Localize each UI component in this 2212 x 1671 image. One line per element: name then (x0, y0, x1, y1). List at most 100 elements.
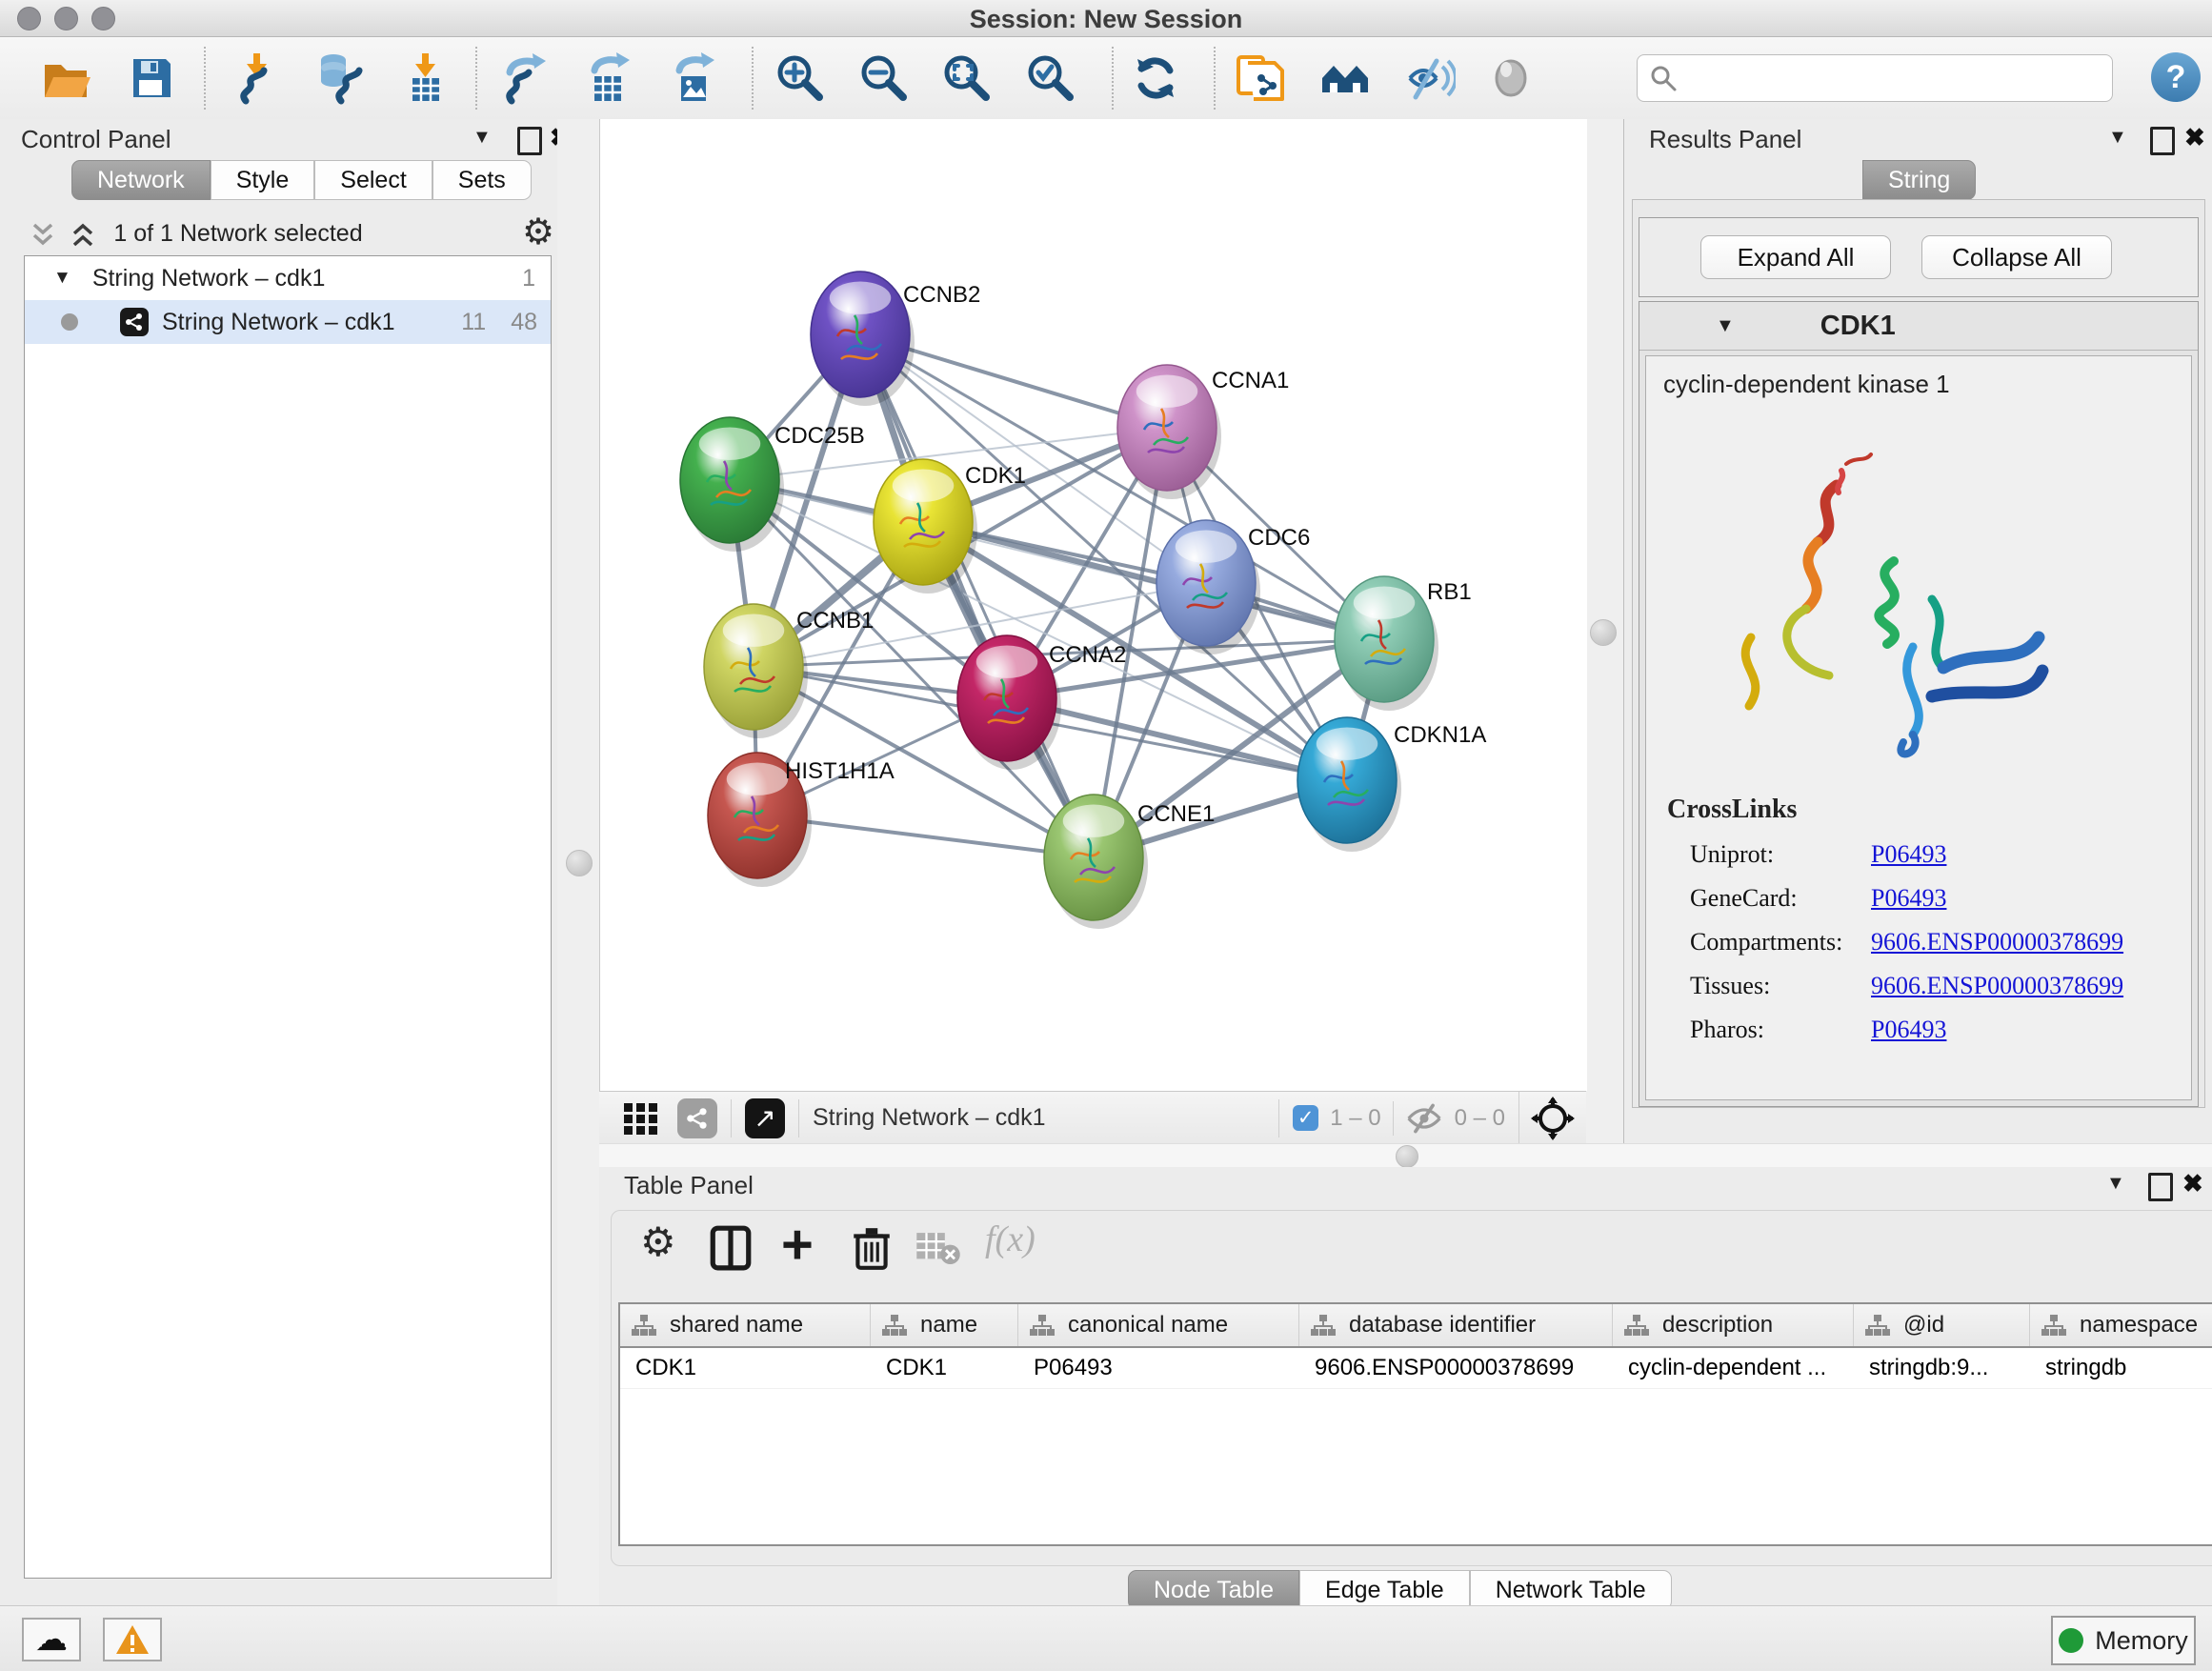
column-header-shared-name[interactable]: shared name (620, 1304, 871, 1346)
first-neighbors-icon[interactable] (1232, 50, 1287, 106)
open-in-window-icon[interactable]: ↗ (745, 1098, 785, 1138)
table-panel-close-icon[interactable]: ✖ (2182, 1169, 2203, 1198)
network-node-label-CCNA1: CCNA1 (1212, 368, 1289, 393)
protein-collapse-icon[interactable]: ▼ (1716, 315, 1735, 337)
selected-checkbox-icon[interactable]: ✓ (1293, 1105, 1318, 1131)
tree-expand-icon[interactable]: ▼ (53, 268, 71, 289)
network-share-view-icon[interactable] (677, 1098, 717, 1138)
crosslink-link[interactable]: 9606.ENSP00000378699 (1871, 972, 2123, 1000)
grid-view-icon[interactable] (620, 1097, 662, 1139)
help-button[interactable]: ? (2151, 52, 2201, 102)
zoom-fit-icon[interactable] (939, 50, 995, 106)
crosslink-link[interactable]: P06493 (1871, 840, 1946, 869)
netbar-separator (798, 1099, 799, 1137)
import-network-database-icon[interactable] (313, 50, 369, 106)
network-row[interactable]: String Network – cdk1 11 48 (25, 300, 551, 344)
show-all-icon[interactable] (1483, 50, 1538, 106)
column-type-icon (1865, 1314, 1890, 1337)
collapse-all-button[interactable]: Collapse All (1921, 235, 2112, 279)
results-tab-string[interactable]: String (1862, 160, 1976, 200)
tab-network[interactable]: Network (71, 160, 211, 200)
crosslink-label: Compartments: (1690, 928, 1871, 956)
table-cell[interactable]: cyclin-dependent ... (1613, 1348, 1854, 1388)
collection-count: 1 (522, 265, 535, 292)
bottom-splitter-handle[interactable] (1396, 1145, 1418, 1168)
table-panel-title: Table Panel (624, 1171, 754, 1200)
control-panel-tabs: NetworkStyleSelectSets (71, 160, 532, 200)
search-input[interactable] (1637, 54, 2113, 102)
table-cell[interactable]: stringdb (2030, 1348, 2212, 1388)
table-cell[interactable]: P06493 (1018, 1348, 1299, 1388)
table-tabs: Node TableEdge TableNetwork Table (1128, 1570, 1672, 1610)
tab-style[interactable]: Style (211, 160, 315, 200)
network-edge-CCNB2-CCNE1[interactable] (860, 334, 1094, 857)
control-panel-float-icon[interactable] (517, 127, 542, 155)
show-columns-icon[interactable] (707, 1224, 754, 1272)
import-network-file-icon[interactable] (230, 50, 285, 106)
export-network-icon[interactable] (499, 50, 554, 106)
table-cell[interactable]: CDK1 (871, 1348, 1018, 1388)
zoom-in-icon[interactable] (773, 50, 828, 106)
column-header-namespace[interactable]: namespace (2030, 1304, 2212, 1346)
crosslink-link[interactable]: P06493 (1871, 1016, 1946, 1044)
crosslink-row: Compartments:9606.ENSP00000378699 (1690, 920, 2191, 964)
cloud-button[interactable]: ☁ (22, 1618, 81, 1661)
import-table-icon[interactable] (398, 50, 453, 106)
protein-header[interactable]: ▼ CDK1 (1639, 302, 2198, 351)
results-panel-close-icon[interactable]: ✖ (2184, 123, 2205, 152)
right-splitter-handle[interactable] (1590, 619, 1617, 646)
network-collection-row[interactable]: ▼ String Network – cdk1 1 (25, 256, 551, 300)
column-header-description[interactable]: description (1613, 1304, 1854, 1346)
tab-sets[interactable]: Sets (432, 160, 532, 200)
table-options-gear-icon[interactable]: ⚙ (640, 1218, 676, 1265)
hidden-eye-icon[interactable] (1405, 1103, 1443, 1134)
network-canvas[interactable]: CCNB2CCNA1CDC25BCDK1CDC6RB1CCNB1CCNA2CDK… (599, 119, 1587, 1091)
table-cell[interactable]: CDK1 (620, 1348, 871, 1388)
network-edge-CDK1-RB1[interactable] (923, 522, 1384, 639)
table-panel-float-icon[interactable] (2148, 1173, 2173, 1201)
crosslink-link[interactable]: 9606.ENSP00000378699 (1871, 928, 2123, 956)
crosslink-link[interactable]: P06493 (1871, 884, 1946, 913)
hide-selected-icon[interactable] (1401, 50, 1457, 106)
control-panel-collapse-icon[interactable]: ▼ (473, 127, 492, 149)
column-header-@id[interactable]: @id (1854, 1304, 2030, 1346)
apply-layout-icon[interactable] (1128, 50, 1183, 106)
network-current-dot (61, 313, 78, 331)
export-image-icon[interactable] (665, 50, 720, 106)
zoom-out-icon[interactable] (856, 50, 912, 106)
column-header-canonical-name[interactable]: canonical name (1018, 1304, 1299, 1346)
add-column-icon[interactable]: + (781, 1213, 814, 1277)
export-table-icon[interactable] (582, 50, 637, 106)
search-field[interactable] (1687, 64, 2101, 92)
function-builder-icon: f(x) (985, 1218, 1036, 1260)
cytoscape-window: Session: New Session (0, 0, 2212, 1671)
toolbar-separator (204, 47, 206, 110)
table-cell[interactable]: 9606.ENSP00000378699 (1299, 1348, 1613, 1388)
graphics-details-icon[interactable] (1317, 50, 1373, 106)
table-tab-node-table[interactable]: Node Table (1128, 1570, 1299, 1610)
network-options-gear-icon[interactable]: ⚙ (522, 211, 554, 253)
crosslink-row: Tissues:9606.ENSP00000378699 (1690, 964, 2191, 1008)
bottom-splitter[interactable] (599, 1143, 2212, 1168)
open-session-icon[interactable] (38, 50, 93, 106)
save-session-icon[interactable] (124, 50, 179, 106)
memory-button[interactable]: Memory (2051, 1616, 2196, 1665)
birdseye-navigator-icon[interactable] (1531, 1097, 1575, 1140)
zoom-selected-icon[interactable] (1023, 50, 1078, 106)
table-panel-collapse-icon[interactable]: ▼ (2106, 1173, 2125, 1195)
column-header-database-identifier[interactable]: database identifier (1299, 1304, 1613, 1346)
delete-column-trash-icon[interactable] (848, 1224, 895, 1272)
expand-all-button[interactable]: Expand All (1700, 235, 1891, 279)
column-header-name[interactable]: name (871, 1304, 1018, 1346)
tab-select[interactable]: Select (314, 160, 432, 200)
warnings-button[interactable] (103, 1618, 162, 1661)
left-splitter-handle[interactable] (566, 850, 593, 876)
table-tab-edge-table[interactable]: Edge Table (1299, 1570, 1470, 1610)
table-row[interactable]: CDK1CDK1P064939606.ENSP00000378699cyclin… (620, 1348, 2212, 1389)
table-cell[interactable]: stringdb:9... (1854, 1348, 2030, 1388)
left-splitter[interactable] (557, 119, 599, 1605)
toolbar-separator (1112, 47, 1114, 110)
results-panel-float-icon[interactable] (2150, 127, 2175, 155)
results-panel-collapse-icon[interactable]: ▼ (2108, 127, 2127, 149)
table-tab-network-table[interactable]: Network Table (1470, 1570, 1672, 1610)
